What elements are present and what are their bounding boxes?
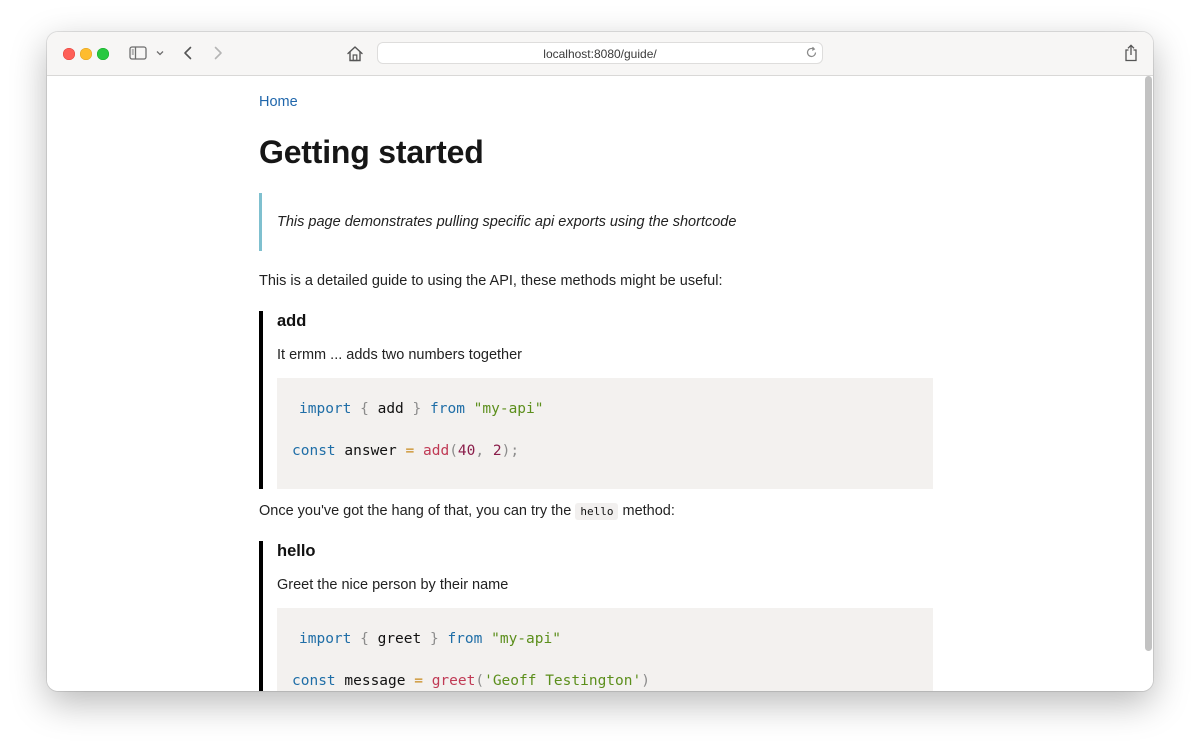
transition-paragraph: Once you've got the hang of that, you ca… (259, 503, 675, 520)
close-window-button[interactable] (63, 48, 75, 60)
share-icon[interactable] (1123, 43, 1139, 62)
reload-icon[interactable] (805, 46, 818, 64)
api-method-add: add It ermm ... adds two numbers togethe… (259, 311, 933, 489)
page-viewport: Home Getting started This page demonstra… (47, 76, 1145, 691)
inline-code-hello: hello (575, 503, 619, 520)
callout-quote: This page demonstrates pulling specific … (259, 193, 933, 251)
back-icon[interactable] (181, 45, 195, 61)
code-line-const: const answer = add(40, 2); (292, 443, 520, 459)
method-description: It ermm ... adds two numbers together (277, 347, 522, 363)
method-name: hello (277, 542, 316, 560)
breadcrumb-home-link[interactable]: Home (259, 94, 298, 110)
zoom-window-button[interactable] (97, 48, 109, 60)
api-method-hello: hello Greet the nice person by their nam… (259, 541, 933, 691)
code-block: import { greet } from "my-api" const mes… (277, 608, 933, 691)
scrollbar[interactable] (1145, 76, 1153, 691)
callout-text: This page demonstrates pulling specific … (277, 214, 737, 230)
intro-paragraph: This is a detailed guide to using the AP… (259, 273, 723, 289)
code-block: import { add } from "my-api" const answe… (277, 378, 933, 489)
code-line-import: import { add } from "my-api" (299, 401, 544, 417)
forward-icon[interactable] (211, 45, 225, 61)
scrollbar-thumb[interactable] (1145, 76, 1152, 651)
browser-window: localhost:8080/guide/ Home Getting start… (47, 32, 1153, 691)
minimize-window-button[interactable] (80, 48, 92, 60)
code-line-const: const message = greet('Geoff Testington'… (292, 673, 650, 689)
address-bar[interactable]: localhost:8080/guide/ (377, 42, 823, 64)
method-name: add (277, 312, 307, 330)
chevron-down-icon[interactable] (155, 49, 165, 57)
method-description: Greet the nice person by their name (277, 577, 509, 593)
home-icon[interactable] (346, 44, 364, 62)
title-bar: localhost:8080/guide/ (47, 32, 1153, 76)
code-line-import: import { greet } from "my-api" (299, 631, 561, 647)
page-title: Getting started (259, 134, 484, 170)
sidebar-icon[interactable] (129, 46, 147, 60)
url-text: localhost:8080/guide/ (543, 47, 657, 61)
